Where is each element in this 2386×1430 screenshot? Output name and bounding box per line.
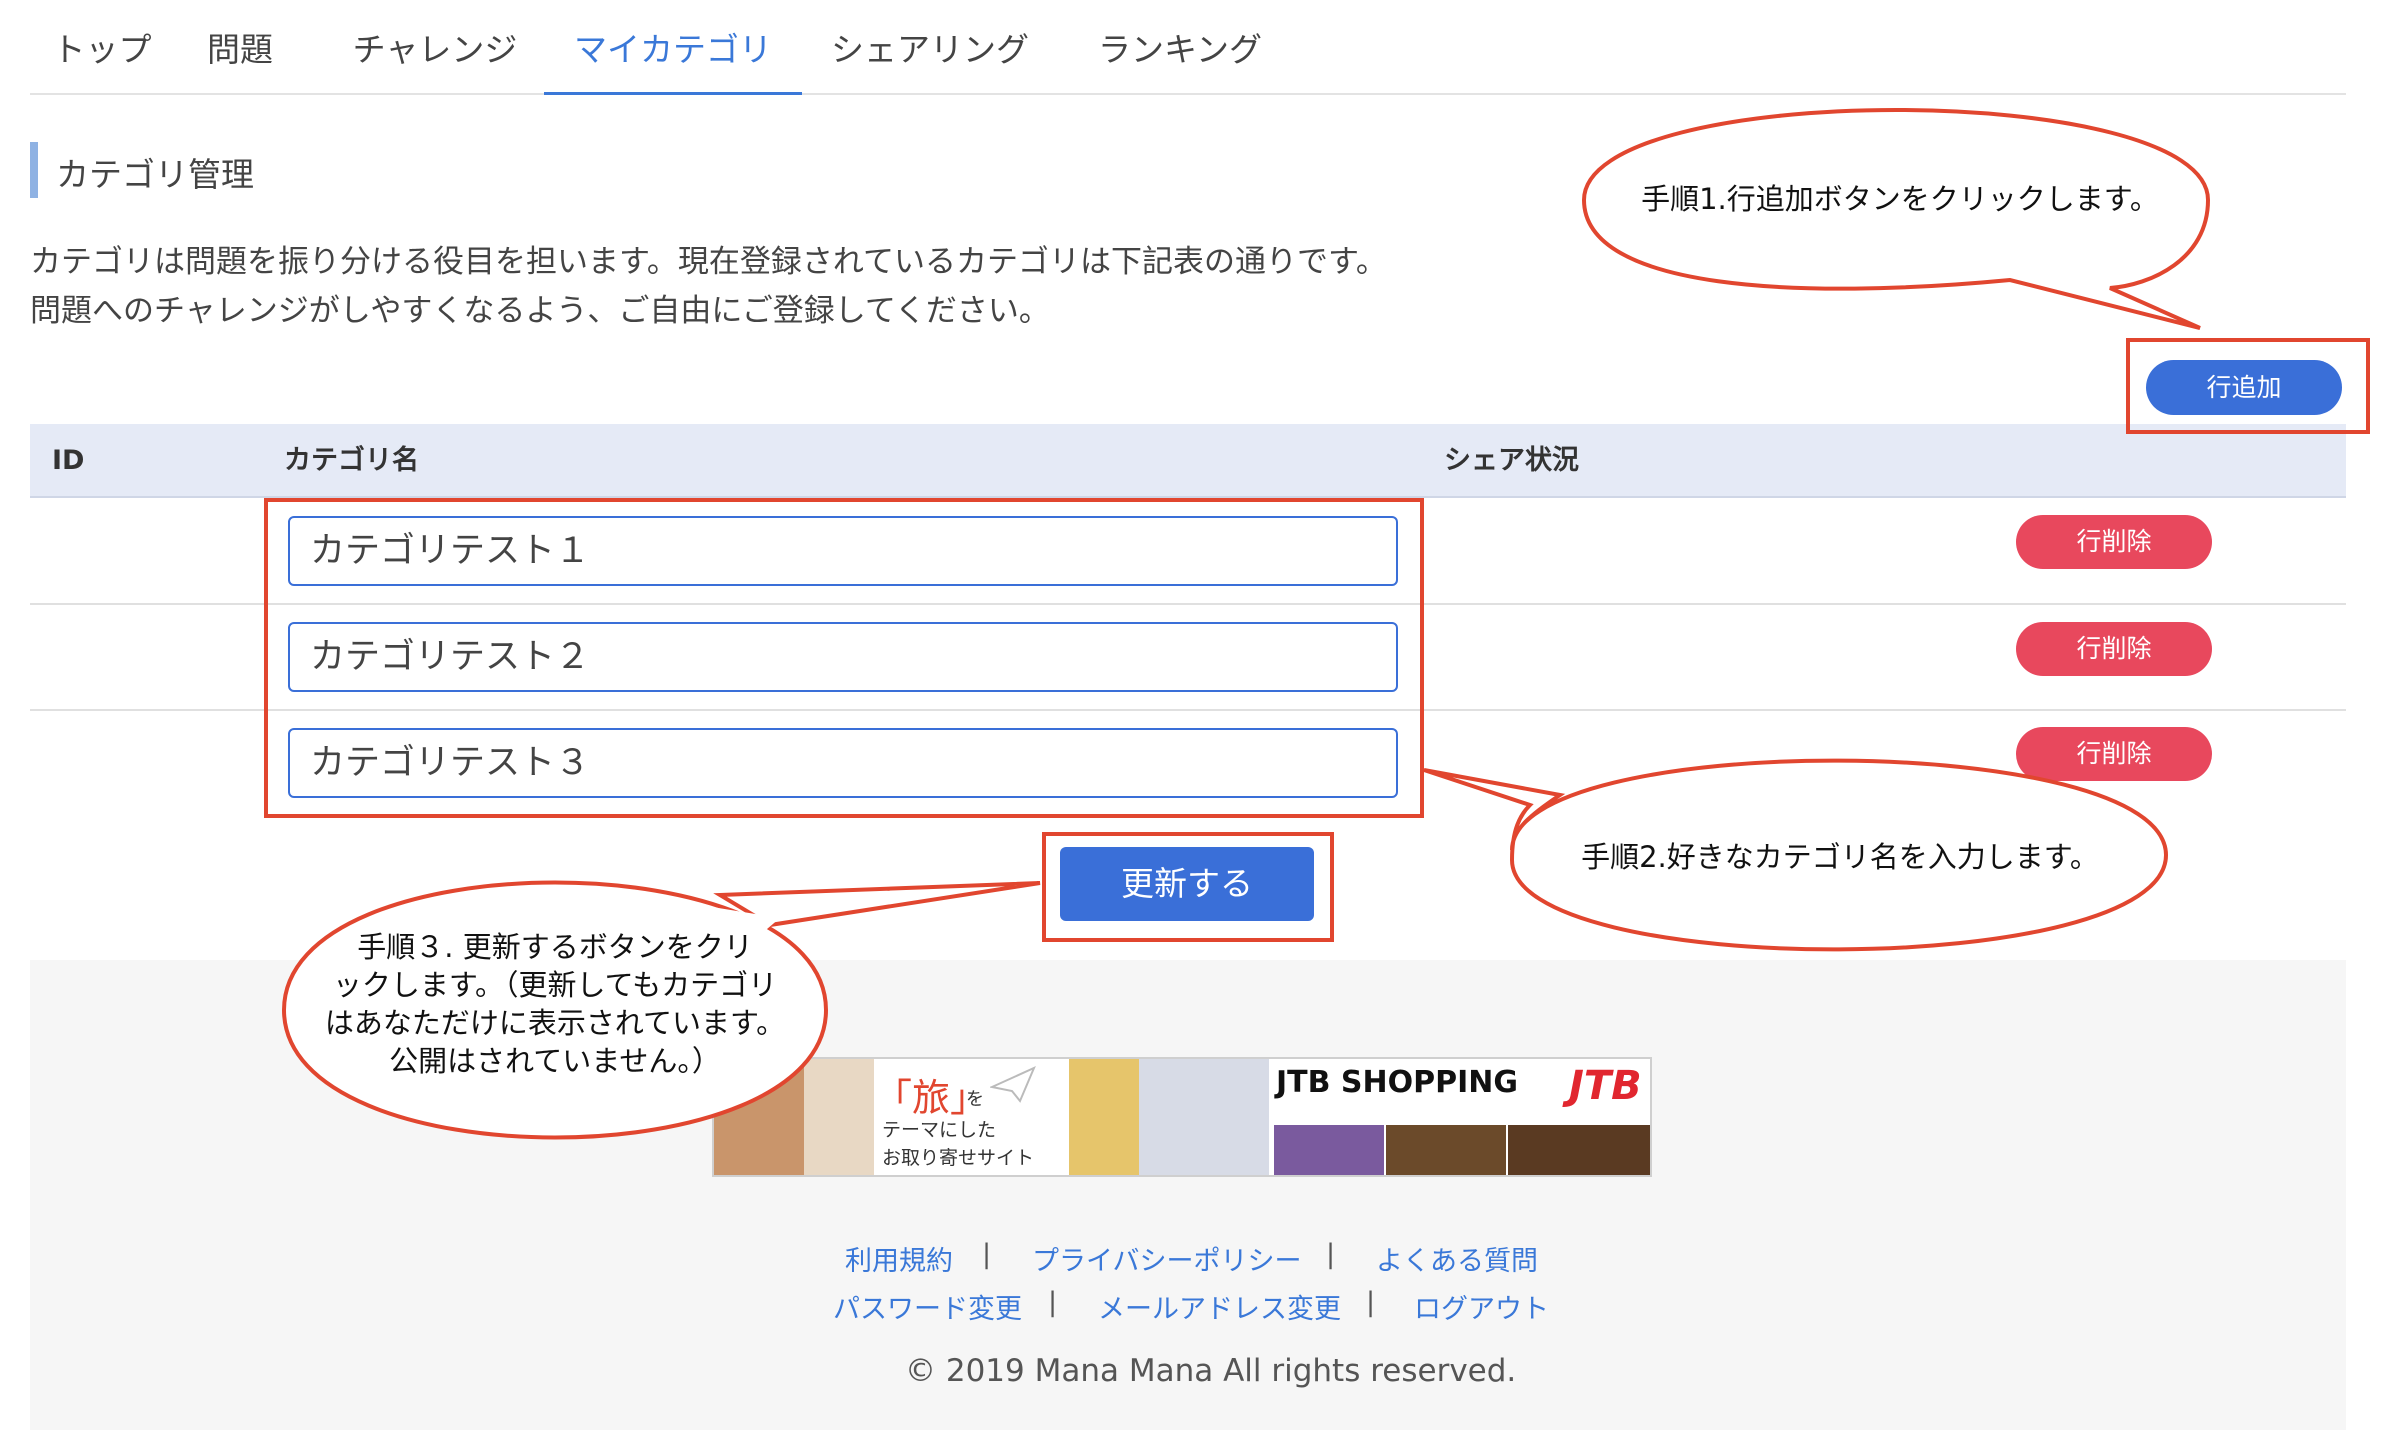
callout-step1-text: 手順1.行追加ボタンをクリックします。 [1641,182,2159,216]
callout-step3-line3: はあなただけに表示されています。 [324,1006,786,1040]
callout-step2-text: 手順2.好きなカテゴリ名を入力します。 [1581,840,2099,874]
callout-step3-line1: 手順３. 更新するボタンをクリ [357,930,753,964]
callout-step3-line4: 公開はされていません。） [389,1044,721,1078]
callout-bubble-step1 [1581,108,2211,330]
callout-step3-text: 手順３. 更新するボタンをクリ ックします。（更新してもカテゴリ はあなただけに… [290,928,820,1080]
callout-step3-line2: ックします。（更新してもカテゴリ [332,968,778,1002]
